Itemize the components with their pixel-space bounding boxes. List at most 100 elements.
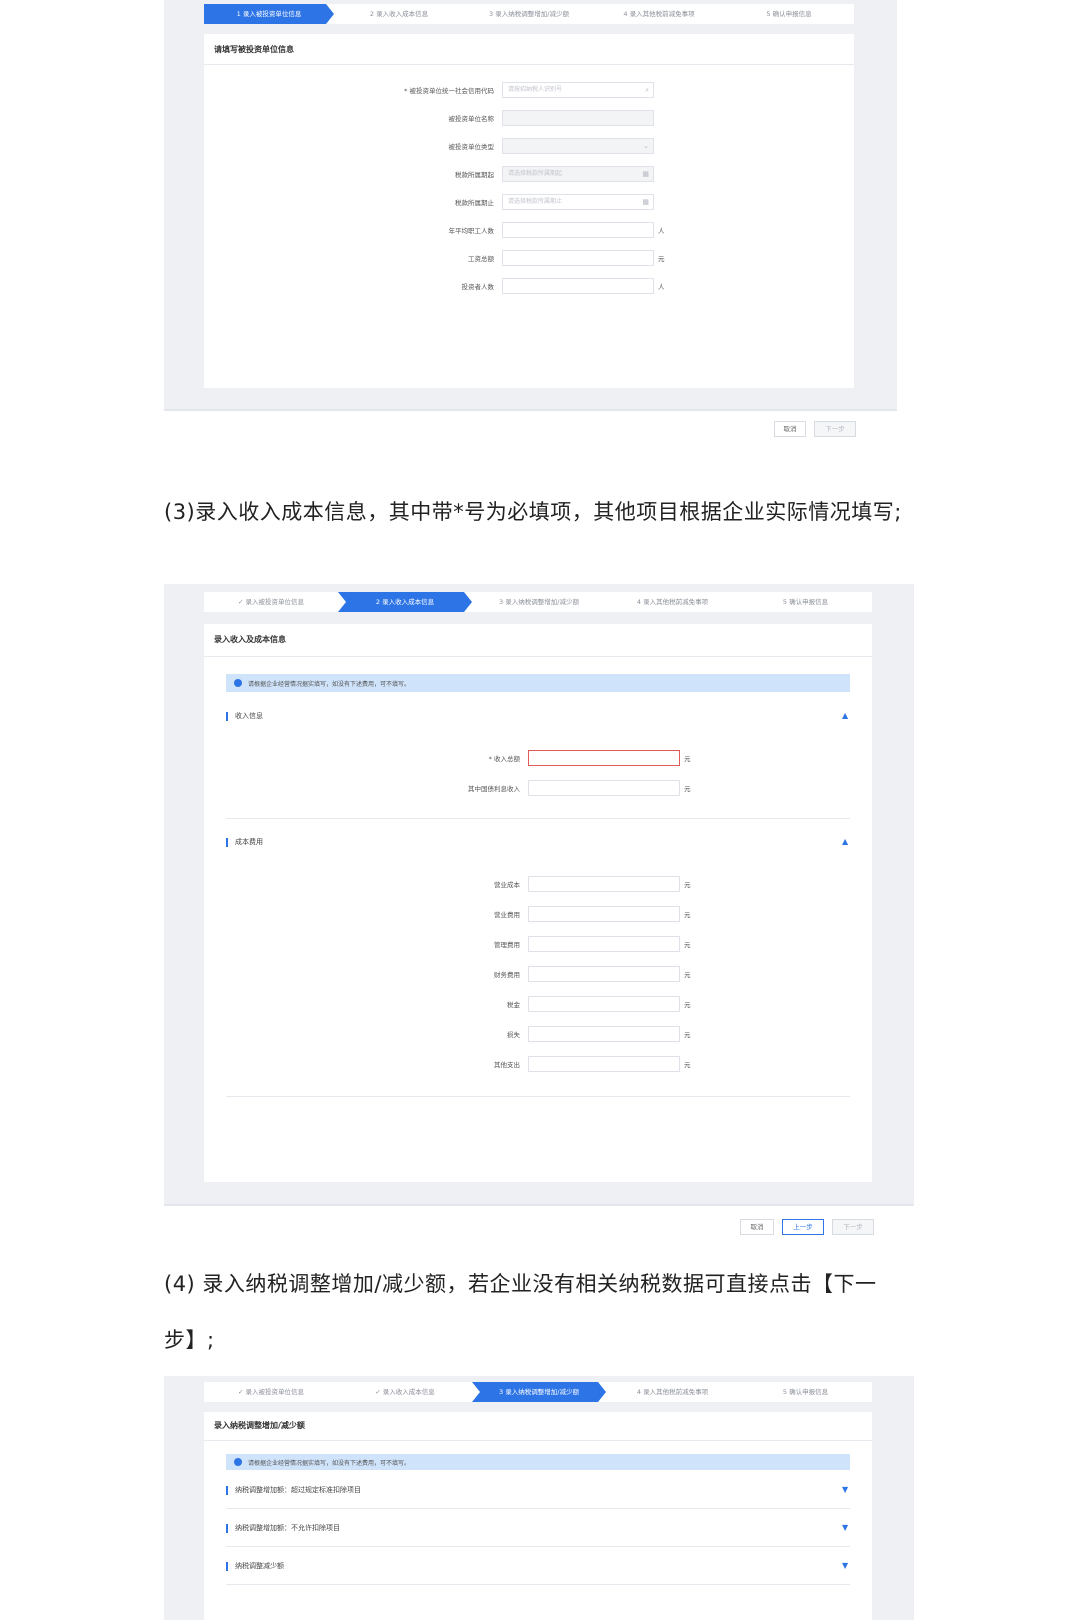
expand-icon[interactable]: ▼: [842, 1524, 848, 1532]
step-5[interactable]: 5 确认申报信息: [739, 592, 872, 612]
investor-count-input[interactable]: [502, 278, 654, 294]
tax-input[interactable]: [528, 996, 680, 1012]
other-expense-input[interactable]: [528, 1056, 680, 1072]
group-title: 纳税调整减少额: [235, 1562, 284, 1570]
cancel-button[interactable]: 取消: [740, 1219, 774, 1235]
field-label: * 收入总额: [488, 755, 520, 763]
screenshot-step3: ✓ 录入被投资单位信息 ✓ 录入收入成本信息 3 录入纳税调整增加/减少额 4 …: [164, 1376, 914, 1620]
field-total-income: * 收入总额 元: [489, 750, 691, 766]
group-title: 纳税调整增加额：不允许扣除项目: [235, 1524, 340, 1532]
screenshot-step1: 1 录入被投资单位信息 2 录入收入成本信息 3 录入纳税调整增加/减少额 4 …: [164, 0, 897, 411]
collapse-icon[interactable]: ▲: [842, 838, 848, 846]
footer-divider: [164, 409, 897, 411]
placeholder: 请选择税款所属期起: [508, 170, 563, 177]
field-label: 损失: [507, 1031, 520, 1039]
total-income-input[interactable]: [528, 750, 680, 766]
expand-icon[interactable]: ▼: [842, 1562, 848, 1570]
field-label: 管理费用: [494, 941, 520, 949]
step-1[interactable]: ✓ 录入被投资单位信息: [204, 592, 338, 612]
operating-expense-input[interactable]: [528, 906, 680, 922]
field-investor-count: 投资者人数 人: [462, 278, 665, 294]
step-3[interactable]: 3 录入纳税调整增加/减少额: [472, 1382, 606, 1402]
group-cost-header[interactable]: 成本费用: [226, 836, 263, 848]
step-2[interactable]: ✓ 录入收入成本信息: [338, 1382, 472, 1402]
group-income-header[interactable]: 收入信息: [226, 710, 263, 722]
period-start-input[interactable]: 请选择税款所属期起 ▦: [502, 166, 654, 182]
prev-button[interactable]: 上一步: [782, 1219, 824, 1235]
field-period-start: 税款所属期起 请选择税款所属期起 ▦: [455, 166, 654, 182]
cancel-button[interactable]: 取消: [774, 421, 806, 437]
divider: [226, 1096, 850, 1097]
unit-label: 元: [684, 971, 691, 979]
next-button[interactable]: 下一步: [814, 421, 856, 437]
section-title: 录入收入及成本信息: [214, 635, 286, 644]
group-marker: [226, 1561, 228, 1571]
unit-label: 元: [684, 1031, 691, 1039]
field-label: 被投资单位名称: [448, 115, 495, 123]
period-end-input[interactable]: 请选择税款所属期止 ▦: [502, 194, 654, 210]
group-decrease[interactable]: 纳税调整减少额: [226, 1560, 284, 1572]
field-period-end: 税款所属期止 请选择税款所属期止 ▦: [455, 194, 654, 210]
total-wage-input[interactable]: [502, 250, 654, 266]
group-increase-disallowed[interactable]: 纳税调整增加额：不允许扣除项目: [226, 1522, 340, 1534]
unit-label: 元: [658, 255, 665, 263]
field-label: 被投资单位类型: [448, 143, 495, 151]
expand-icon[interactable]: ▼: [842, 1486, 848, 1494]
screenshot-step2: ✓ 录入被投资单位信息 2 录入收入成本信息 3 录入纳税调整增加/减少额 4 …: [164, 584, 914, 1206]
unit-label: 元: [684, 881, 691, 889]
divider: [204, 656, 872, 657]
unit-label: 元: [684, 785, 691, 793]
step-3[interactable]: 3 录入纳税调整增加/减少额: [472, 592, 606, 612]
unit-label: 元: [684, 1001, 691, 1009]
field-total-wage: 工资总额 元: [468, 250, 665, 266]
field-loss: 损失 元: [507, 1026, 691, 1042]
calendar-icon[interactable]: ▦: [642, 170, 649, 178]
section-title: 录入纳税调整增加/减少额: [214, 1421, 305, 1430]
credit-code-input[interactable]: 请按招纳税人识别号 ⌕: [502, 82, 654, 98]
operating-cost-input[interactable]: [528, 876, 680, 892]
step-4[interactable]: 4 录入其他税前减免事项: [594, 4, 724, 24]
field-label: 年平均职工人数: [448, 227, 495, 235]
next-button[interactable]: 下一步: [832, 1219, 874, 1235]
group-increase-over-limit[interactable]: 纳税调整增加额：超过规定标准扣除项目: [226, 1484, 361, 1496]
step-1[interactable]: ✓ 录入被投资单位信息: [204, 1382, 338, 1402]
field-label: 营业费用: [494, 911, 520, 919]
collapse-icon[interactable]: ▲: [842, 712, 848, 720]
chevron-down-icon: ⌄: [643, 142, 649, 150]
step-2[interactable]: 2 录入收入成本信息: [334, 4, 464, 24]
calendar-icon[interactable]: ▦: [642, 198, 649, 206]
group-title: 纳税调整增加额：超过规定标准扣除项目: [235, 1486, 361, 1494]
unit-label: 元: [684, 1061, 691, 1069]
field-unit-name: 被投资单位名称: [449, 110, 654, 126]
field-label: 财务费用: [494, 971, 520, 979]
finance-expense-input[interactable]: [528, 966, 680, 982]
group-title: 成本费用: [235, 838, 263, 846]
unit-type-select[interactable]: ⌄: [502, 138, 654, 154]
info-icon: [234, 679, 242, 687]
step-2[interactable]: 2 录入收入成本信息: [338, 592, 472, 612]
bond-interest-input[interactable]: [528, 780, 680, 796]
field-label: 工资总额: [468, 255, 494, 263]
group-title: 收入信息: [235, 712, 263, 720]
step-3[interactable]: 3 录入纳税调整增加/减少额: [464, 4, 594, 24]
field-credit-code: * 被投资单位统一社会信用代码 请按招纳税人识别号 ⌕: [404, 82, 654, 98]
field-label: 税金: [507, 1001, 520, 1009]
unit-name-input[interactable]: [502, 110, 654, 126]
field-finance-expense: 财务费用 元: [494, 966, 691, 982]
info-icon: [234, 1458, 242, 1466]
step-1[interactable]: 1 录入被投资单位信息: [204, 4, 334, 24]
step-5[interactable]: 5 确认申报信息: [739, 1382, 872, 1402]
step-bar: 1 录入被投资单位信息 2 录入收入成本信息 3 录入纳税调整增加/减少额 4 …: [204, 4, 854, 24]
step-4[interactable]: 4 录入其他税前减免事项: [606, 592, 739, 612]
search-icon[interactable]: ⌕: [645, 86, 649, 94]
form-card: 录入收入及成本信息 请根据企业经营情况据实填写，如没有下述费用，可不填写。 收入…: [204, 624, 872, 1182]
field-admin-expense: 管理费用 元: [494, 936, 691, 952]
admin-expense-input[interactable]: [528, 936, 680, 952]
instruction-step4: (4) 录入纳税调整增加/减少额，若企业没有相关纳税数据可直接点击【下一步】;: [164, 1272, 877, 1352]
step-4[interactable]: 4 录入其他税前减免事项: [606, 1382, 739, 1402]
loss-input[interactable]: [528, 1026, 680, 1042]
section-title: 请填写被投资单位信息: [214, 45, 294, 54]
form-card: 请填写被投资单位信息 * 被投资单位统一社会信用代码 请按招纳税人识别号 ⌕ 被投…: [204, 34, 854, 388]
avg-staff-input[interactable]: [502, 222, 654, 238]
step-5[interactable]: 5 确认申报信息: [724, 4, 854, 24]
